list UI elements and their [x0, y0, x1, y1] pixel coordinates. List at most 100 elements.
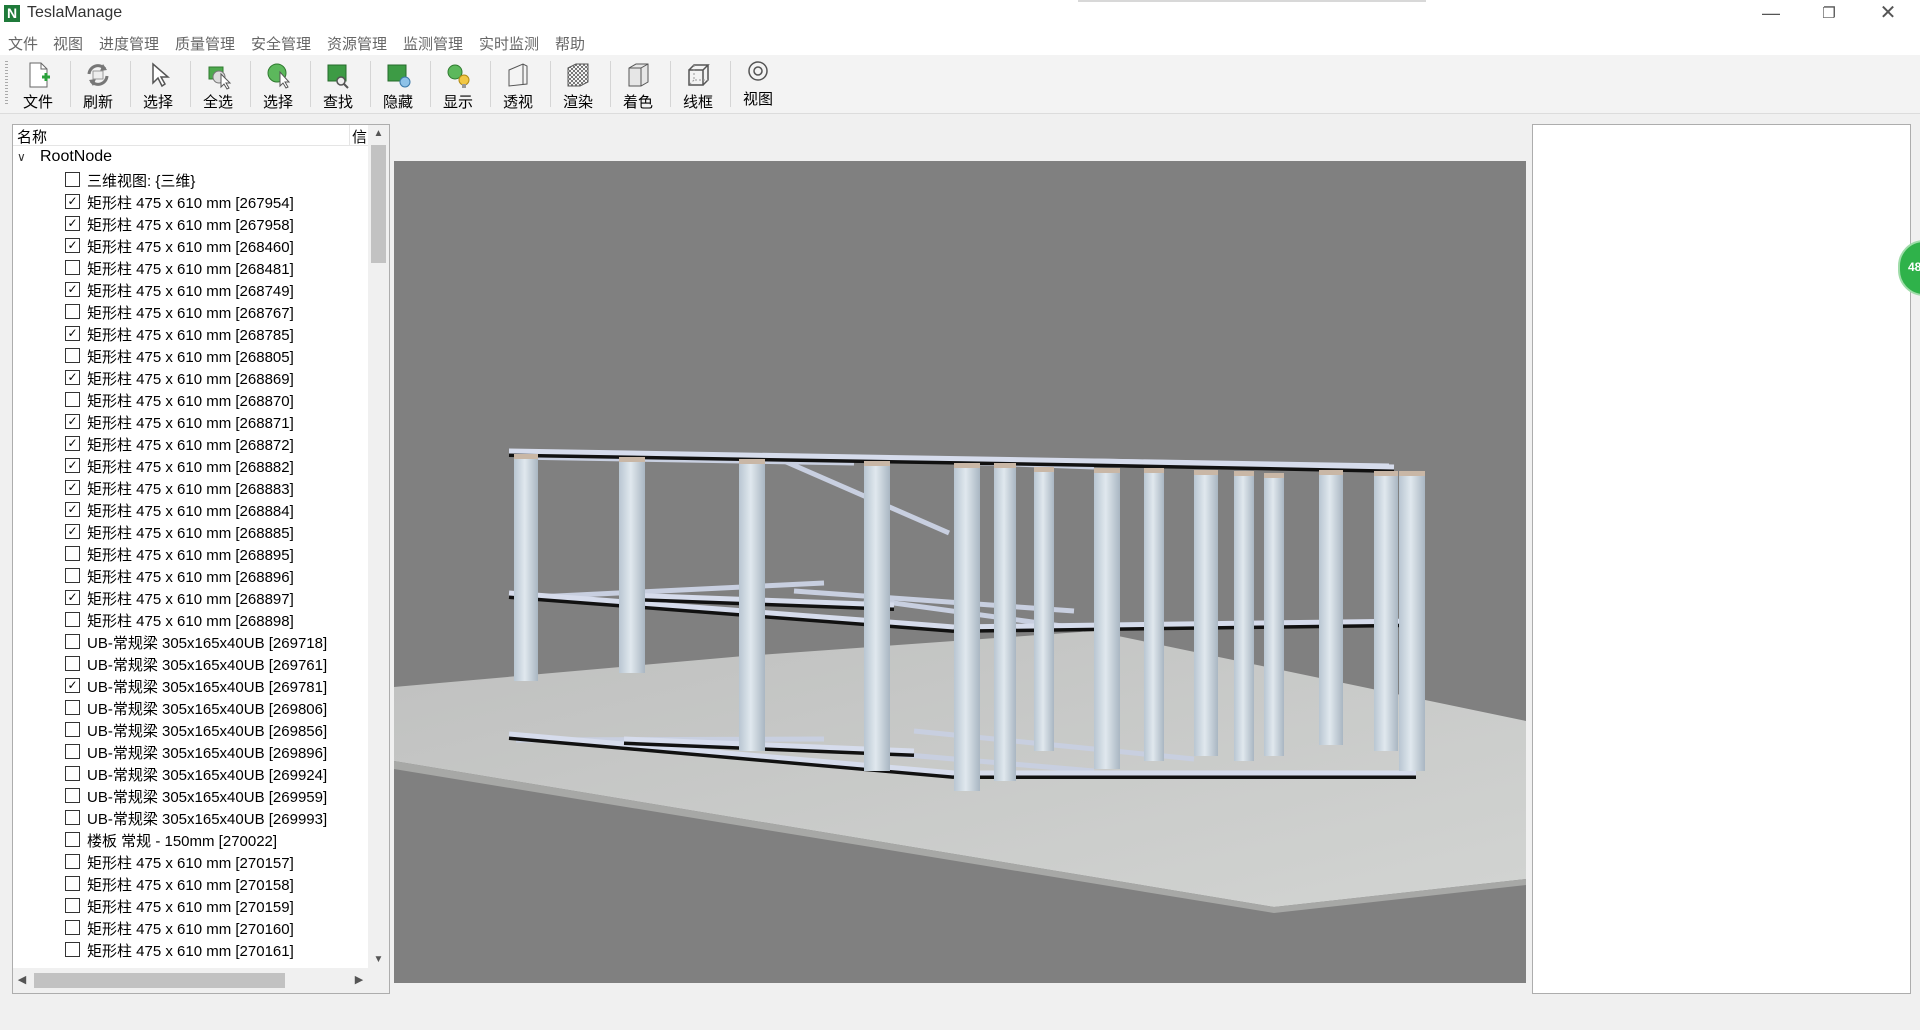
tree-item[interactable]: 矩形柱 475 x 610 mm [270158]	[13, 872, 368, 894]
toolbar-shade-button[interactable]: 着色	[613, 58, 663, 111]
scroll-right-arrow-icon[interactable]: ▶	[350, 968, 368, 993]
column[interactable]	[1034, 467, 1054, 751]
menu-file[interactable]: 文件	[8, 33, 38, 54]
tree-item-checkbox[interactable]	[65, 876, 80, 891]
tree-item[interactable]: ✓ 矩形柱 475 x 610 mm [268872]	[13, 432, 368, 454]
tree-item[interactable]: ✓ 矩形柱 475 x 610 mm [268883]	[13, 476, 368, 498]
column-cap[interactable]	[994, 463, 1016, 468]
menu-help[interactable]: 帮助	[555, 33, 585, 54]
tree-item-checkbox[interactable]	[65, 722, 80, 737]
scroll-up-arrow-icon[interactable]: ▲	[368, 125, 389, 142]
column-cap[interactable]	[1399, 471, 1425, 476]
column[interactable]	[1399, 471, 1425, 771]
column[interactable]	[864, 461, 890, 771]
tree-item-checkbox[interactable]	[65, 304, 80, 319]
column[interactable]	[739, 459, 765, 751]
column-cap[interactable]	[864, 461, 890, 466]
column-cap[interactable]	[1264, 473, 1284, 478]
column-name-header[interactable]: 名称	[17, 126, 47, 147]
tree-item[interactable]: 矩形柱 475 x 610 mm [270157]	[13, 850, 368, 872]
tree-item-checkbox[interactable]: ✓	[65, 326, 80, 341]
column-cap[interactable]	[1234, 471, 1254, 476]
tree-item-checkbox[interactable]: ✓	[65, 194, 80, 209]
horizontal-scroll-thumb[interactable]	[34, 973, 285, 988]
menu-quality[interactable]: 质量管理	[175, 33, 235, 54]
tree-vertical-scrollbar[interactable]: ▲ ▼	[368, 125, 389, 968]
toolbar-select-object-button[interactable]: 选择	[253, 58, 303, 111]
toolbar-select-all-button[interactable]: 全选	[193, 58, 243, 111]
tree-horizontal-scrollbar[interactable]: ◀ ▶	[13, 968, 368, 993]
scroll-down-arrow-icon[interactable]: ▼	[368, 951, 389, 968]
toolbar-show-button[interactable]: 显示	[433, 58, 483, 111]
menu-schedule[interactable]: 进度管理	[99, 33, 159, 54]
3d-viewport[interactable]	[394, 161, 1526, 983]
tree-item-checkbox[interactable]: ✓	[65, 480, 80, 495]
tree-item[interactable]: UB-常规梁 305x165x40UB [269959]	[13, 784, 368, 806]
tree-item-checkbox[interactable]	[65, 788, 80, 803]
column-cap[interactable]	[954, 463, 980, 468]
tree-item[interactable]: 矩形柱 475 x 610 mm [268767]	[13, 300, 368, 322]
tree-item[interactable]: 矩形柱 475 x 610 mm [270160]	[13, 916, 368, 938]
tree-item-checkbox[interactable]: ✓	[65, 524, 80, 539]
tree-item-checkbox[interactable]	[65, 920, 80, 935]
menu-realtime[interactable]: 实时监测	[479, 33, 539, 54]
tree-item-checkbox[interactable]: ✓	[65, 414, 80, 429]
toolbar-find-button[interactable]: 查找	[313, 58, 363, 111]
tree-item-checkbox[interactable]	[65, 854, 80, 869]
menu-monitoring[interactable]: 监测管理	[403, 33, 463, 54]
scroll-left-arrow-icon[interactable]: ◀	[13, 968, 31, 993]
tree-item-checkbox[interactable]	[65, 810, 80, 825]
tree-item[interactable]: ✓ 矩形柱 475 x 610 mm [268882]	[13, 454, 368, 476]
minimize-button[interactable]: —	[1742, 0, 1800, 29]
tree-item[interactable]: 矩形柱 475 x 610 mm [268898]	[13, 608, 368, 630]
close-button[interactable]: ✕	[1859, 0, 1917, 29]
tree-item-checkbox[interactable]	[65, 172, 80, 187]
tree-item[interactable]: 矩形柱 475 x 610 mm [270161]	[13, 938, 368, 960]
tree-item-checkbox[interactable]: ✓	[65, 238, 80, 253]
tree-item[interactable]: UB-常规梁 305x165x40UB [269896]	[13, 740, 368, 762]
tree-item-checkbox[interactable]	[65, 766, 80, 781]
column-cap[interactable]	[1374, 471, 1398, 476]
tree-item-checkbox[interactable]: ✓	[65, 590, 80, 605]
tree-item-checkbox[interactable]: ✓	[65, 216, 80, 231]
tree-item-checkbox[interactable]: ✓	[65, 282, 80, 297]
tree-item[interactable]: ✓ 矩形柱 475 x 610 mm [268869]	[13, 366, 368, 388]
column[interactable]	[1144, 468, 1164, 761]
tree-item[interactable]: 三维视图: {三维}	[13, 168, 368, 190]
menu-safety[interactable]: 安全管理	[251, 33, 311, 54]
tree-root-node[interactable]: ∨ RootNode	[13, 146, 368, 168]
column[interactable]	[1194, 470, 1218, 756]
tree-item-checkbox[interactable]: ✓	[65, 458, 80, 473]
tree-item-checkbox[interactable]	[65, 942, 80, 957]
tree-item[interactable]: ✓ 矩形柱 475 x 610 mm [268884]	[13, 498, 368, 520]
tree-item-checkbox[interactable]	[65, 260, 80, 275]
column[interactable]	[1094, 468, 1120, 769]
toolbar-hide-button[interactable]: 隐藏	[373, 58, 423, 111]
tree-item[interactable]: UB-常规梁 305x165x40UB [269856]	[13, 718, 368, 740]
column-cap[interactable]	[1144, 468, 1164, 473]
column[interactable]	[994, 463, 1016, 781]
tree-item-checkbox[interactable]: ✓	[65, 678, 80, 693]
menu-view[interactable]: 视图	[53, 33, 83, 54]
column-cap[interactable]	[514, 454, 538, 459]
column-cap[interactable]	[1194, 470, 1218, 475]
tree-item[interactable]: ✓ 矩形柱 475 x 610 mm [268749]	[13, 278, 368, 300]
toolbar-grip[interactable]	[5, 61, 8, 105]
tree-item[interactable]: UB-常规梁 305x165x40UB [269761]	[13, 652, 368, 674]
tree-item[interactable]: 矩形柱 475 x 610 mm [268805]	[13, 344, 368, 366]
tree-item[interactable]: ✓ 矩形柱 475 x 610 mm [268897]	[13, 586, 368, 608]
tree-item-checkbox[interactable]	[65, 832, 80, 847]
tree-item-checkbox[interactable]: ✓	[65, 436, 80, 451]
tree-item-checkbox[interactable]	[65, 546, 80, 561]
toolbar-perspective-button[interactable]: 透视	[493, 58, 543, 111]
tree-item[interactable]: 矩形柱 475 x 610 mm [270159]	[13, 894, 368, 916]
collapse-chevron-icon[interactable]: ∨	[17, 146, 31, 168]
tree-item[interactable]: 楼板 常规 - 150mm [270022]	[13, 828, 368, 850]
tree-item[interactable]: UB-常规梁 305x165x40UB [269806]	[13, 696, 368, 718]
tree-item-checkbox[interactable]	[65, 898, 80, 913]
toolbar-wireframe-button[interactable]: 线框	[673, 58, 723, 111]
tree-item[interactable]: ✓ 矩形柱 475 x 610 mm [268460]	[13, 234, 368, 256]
tree-item[interactable]: ✓ 矩形柱 475 x 610 mm [268871]	[13, 410, 368, 432]
tree-item[interactable]: UB-常规梁 305x165x40UB [269718]	[13, 630, 368, 652]
toolbar-view-button[interactable]: 视图	[733, 58, 783, 110]
